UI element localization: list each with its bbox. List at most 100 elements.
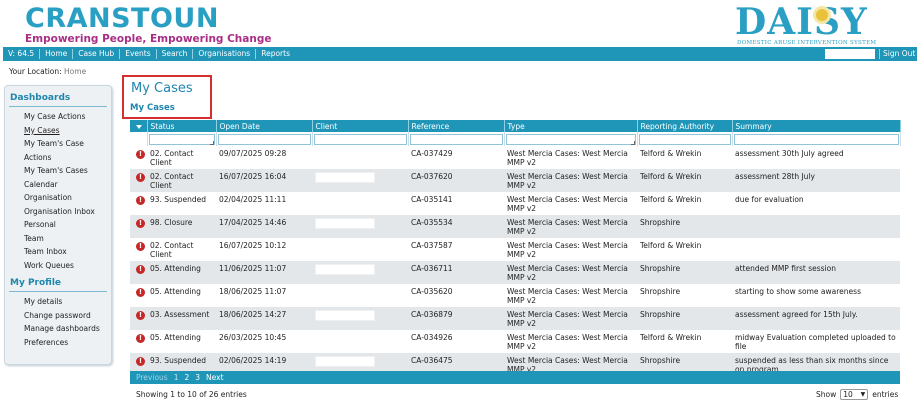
page-subtitle: My Cases	[130, 103, 175, 113]
sidebar-item-my-cases[interactable]: My Cases	[5, 124, 111, 138]
sidebar-item-my-case-actions[interactable]: My Case Actions	[5, 110, 111, 124]
sidebar-item-organisation[interactable]: Organisation	[5, 191, 111, 205]
sidebar-item-change-password[interactable]: Change password	[5, 309, 111, 323]
filter-status[interactable]	[147, 132, 217, 146]
cases-table: Status Open Date Client Reference Type R…	[130, 120, 901, 376]
sidebar-item-organisation-inbox[interactable]: Organisation Inbox	[5, 205, 111, 219]
cell-authority: Telford & Wrekin	[637, 192, 732, 215]
table-row[interactable]: ! 05. Attending 26/03/2025 10:45 CA-0349…	[130, 330, 900, 353]
cell-reference: CA-035141	[408, 192, 504, 215]
brand-name: CRANSTOUN	[25, 3, 219, 34]
column-header-reference[interactable]: Reference	[408, 120, 505, 132]
table-row[interactable]: ! 02. Contact Client 09/07/2025 09:28 CA…	[130, 146, 900, 169]
status-filter-input[interactable]	[148, 133, 215, 145]
table-filter-row	[130, 132, 901, 146]
reference-filter-input[interactable]	[409, 133, 503, 145]
location-value[interactable]: Home	[64, 67, 86, 76]
table-row[interactable]: ! 93. Suspended 02/04/2025 11:11 CA-0351…	[130, 192, 900, 215]
column-header-client[interactable]: Client	[312, 120, 409, 132]
cell-status: 05. Attending	[147, 261, 216, 284]
sidebar-item-team-inbox[interactable]: Team Inbox	[5, 245, 111, 259]
cranstoun-logo[interactable]: CRANSTOUN Empowering People, Empowering …	[25, 5, 271, 45]
table-row[interactable]: ! 02. Contact Client 16/07/2025 16:04 CA…	[130, 169, 900, 192]
authority-filter-input[interactable]	[638, 133, 731, 145]
nav-organisations[interactable]: Organisations	[193, 49, 257, 59]
client-redacted	[315, 264, 375, 275]
cell-type: West Mercia Cases: West Mercia MMP v2	[504, 215, 637, 238]
sign-out-link[interactable]: Sign Out	[879, 49, 915, 59]
row-icon-cell: !	[130, 215, 147, 238]
cell-status: 03. Assessment	[147, 307, 216, 330]
summary-filter-input[interactable]	[733, 133, 899, 145]
filter-authority[interactable]	[637, 132, 733, 146]
filter-summary[interactable]	[732, 132, 901, 146]
column-header-open-date[interactable]: Open Date	[216, 120, 313, 132]
cell-status: 05. Attending	[147, 284, 216, 307]
cell-open-date: 18/06/2025 14:27	[216, 307, 312, 330]
cell-client	[312, 284, 408, 307]
cell-type: West Mercia Cases: West Mercia MMP v2	[504, 192, 637, 215]
page-size-select[interactable]: 10 ▼	[840, 389, 869, 400]
cell-authority: Telford & Wrekin	[637, 238, 732, 261]
cell-summary: midway Evaluation completed uploaded to …	[732, 330, 900, 353]
filter-open-date[interactable]	[216, 132, 313, 146]
sidebar-item-work-queues[interactable]: Work Queues	[5, 259, 111, 273]
cell-summary: assessment 28th July	[732, 169, 900, 192]
cell-reference: CA-037429	[408, 146, 504, 169]
table-row[interactable]: ! 05. Attending 18/06/2025 11:07 CA-0356…	[130, 284, 900, 307]
pagination-page-2[interactable]: 2	[184, 373, 195, 382]
table-header-row: Status Open Date Client Reference Type R…	[130, 120, 901, 132]
cell-status: 98. Closure	[147, 215, 216, 238]
filter-reference[interactable]	[408, 132, 505, 146]
pagination-page-1[interactable]: 1	[174, 373, 185, 382]
cell-summary: attended MMP first session	[732, 261, 900, 284]
cell-reference: CA-037587	[408, 238, 504, 261]
cell-open-date: 02/04/2025 11:11	[216, 192, 312, 215]
pagination-previous[interactable]: Previous	[136, 373, 174, 382]
alert-icon: !	[136, 242, 145, 251]
sidebar-item-manage-dashboards[interactable]: Manage dashboards	[5, 322, 111, 336]
table-row[interactable]: ! 03. Assessment 18/06/2025 14:27 CA-036…	[130, 307, 900, 330]
filter-client[interactable]	[312, 132, 409, 146]
cell-summary: assessment 30th July agreed	[732, 146, 900, 169]
sidebar-item-my-teams-case[interactable]: My Team's Case	[5, 137, 111, 151]
column-header-type[interactable]: Type	[504, 120, 638, 132]
cell-reference: CA-035534	[408, 215, 504, 238]
cell-client	[312, 261, 408, 284]
header: CRANSTOUN Empowering People, Empowering …	[0, 0, 920, 46]
row-icon-cell: !	[130, 146, 147, 169]
column-header-reporting-authority[interactable]: Reporting Authority	[637, 120, 733, 132]
pagination-page-3[interactable]: 3	[195, 373, 206, 382]
nav-home[interactable]: Home	[40, 49, 74, 59]
table-body: ! 02. Contact Client 09/07/2025 09:28 CA…	[130, 146, 900, 376]
nav-search[interactable]: Search	[157, 49, 194, 59]
daisy-subtitle: DOMESTIC ABUSE INTERVENTION SYSTEM	[737, 40, 877, 46]
client-filter-input[interactable]	[313, 133, 407, 145]
sidebar-item-preferences[interactable]: Preferences	[5, 336, 111, 350]
open-date-filter-input[interactable]	[217, 133, 311, 145]
sidebar-item-actions[interactable]: Actions	[5, 151, 111, 165]
cell-authority: Shropshire	[637, 307, 732, 330]
column-header-status[interactable]: Status	[147, 120, 217, 132]
table-row[interactable]: ! 02. Contact Client 16/07/2025 10:12 CA…	[130, 238, 900, 261]
sidebar-item-my-details[interactable]: My details	[5, 295, 111, 309]
pagination-next[interactable]: Next	[206, 373, 229, 382]
sidebar-item-personal[interactable]: Personal	[5, 218, 111, 232]
nav-events[interactable]: Events	[120, 49, 157, 59]
sidebar-item-calendar[interactable]: Calendar	[5, 178, 111, 192]
entries-info: Showing 1 to 10 of 26 entries	[136, 390, 247, 399]
table-row[interactable]: ! 98. Closure 17/04/2025 14:46 CA-035534…	[130, 215, 900, 238]
column-sort-toggle[interactable]	[130, 120, 148, 132]
cell-summary: assessment agreed for 15th July.	[732, 307, 900, 330]
filter-type[interactable]	[504, 132, 638, 146]
nav-reports[interactable]: Reports	[256, 49, 295, 59]
cell-open-date: 17/04/2025 14:46	[216, 215, 312, 238]
sidebar-item-team[interactable]: Team	[5, 232, 111, 246]
column-header-summary[interactable]: Summary	[732, 120, 901, 132]
type-filter-input[interactable]	[505, 133, 636, 145]
cell-summary	[732, 238, 900, 261]
table-row[interactable]: ! 05. Attending 11/06/2025 11:07 CA-0367…	[130, 261, 900, 284]
resize-handle-icon	[209, 140, 214, 145]
nav-case-hub[interactable]: Case Hub	[73, 49, 121, 59]
sidebar-item-my-teams-cases[interactable]: My Team's Cases	[5, 164, 111, 178]
